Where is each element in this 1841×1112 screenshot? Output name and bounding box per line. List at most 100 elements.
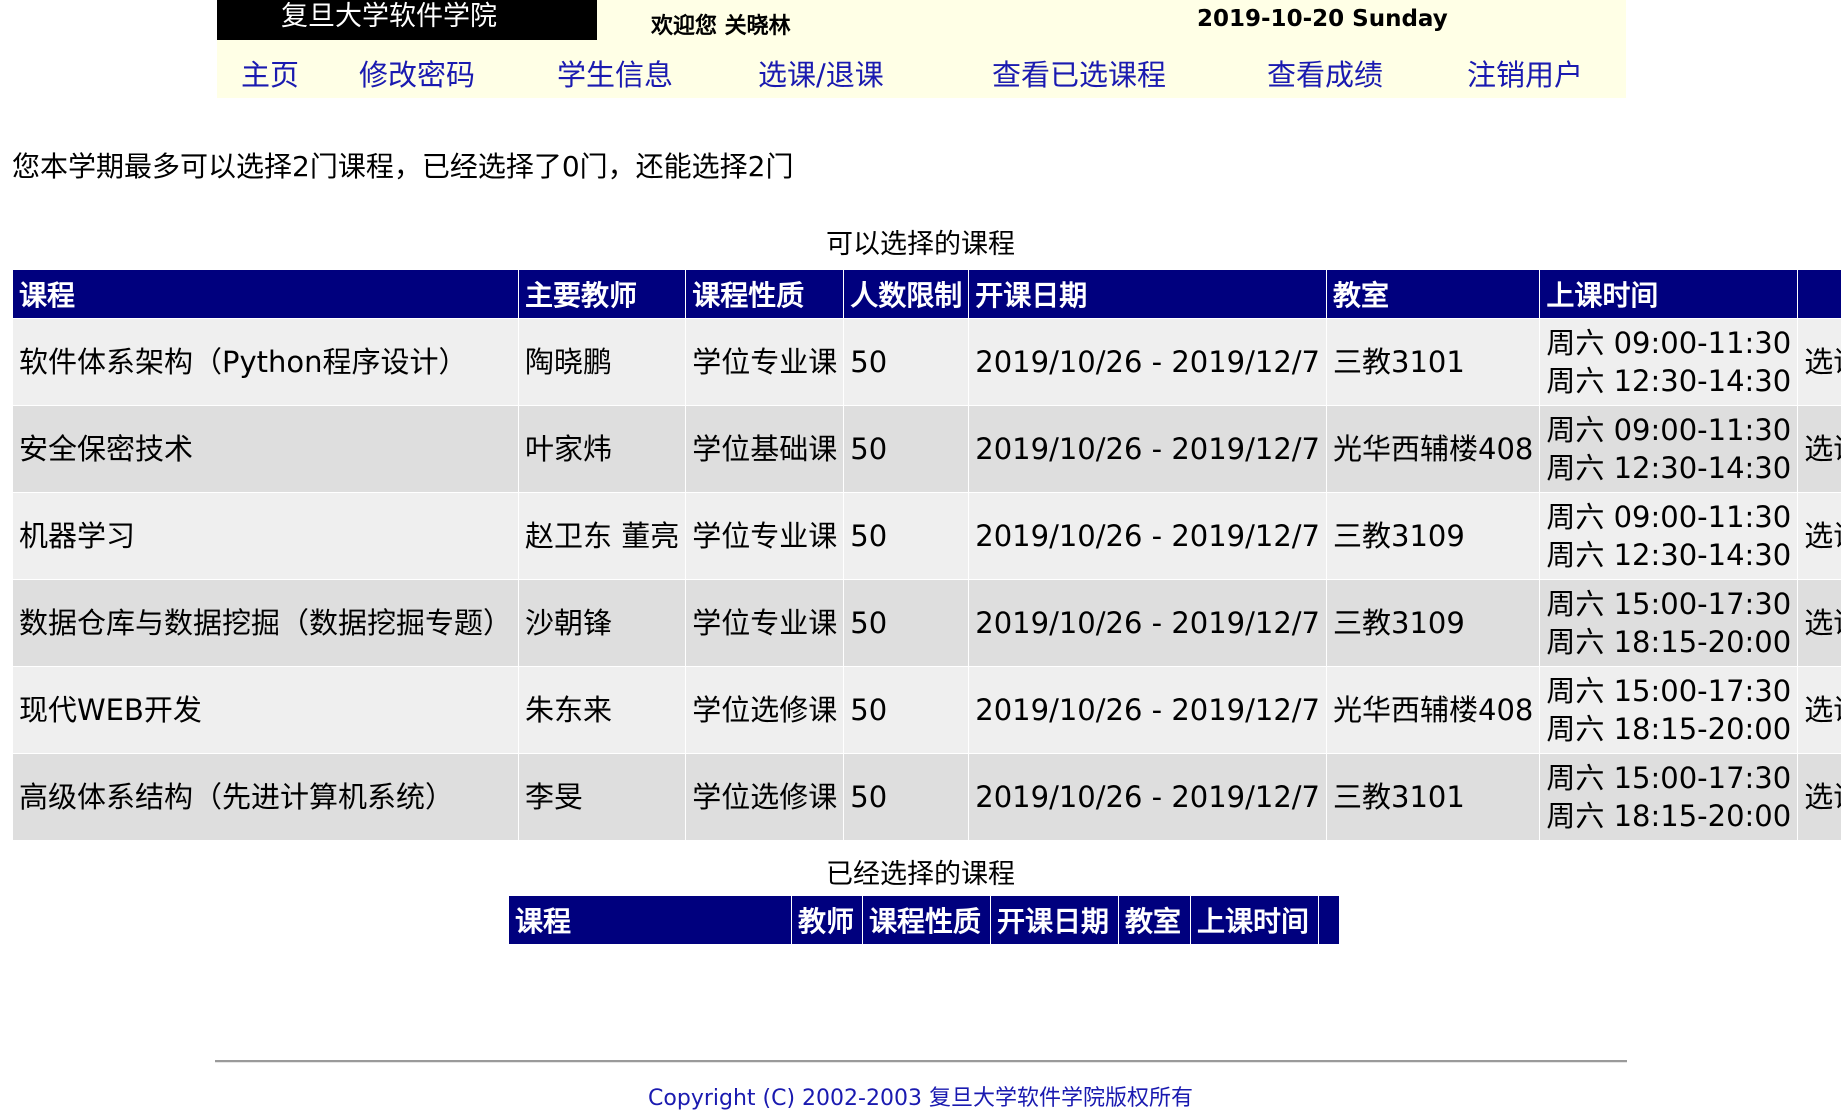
- select-course-link[interactable]: 选课: [1797, 405, 1841, 493]
- class-schedule: 周六 15:00-17:30 周六 18:15-20:00: [1539, 666, 1799, 754]
- schedule-slot: 周六 12:30-14:30: [1546, 538, 1792, 572]
- table-row: 现代WEB开发 朱东来 学位选修课 50 2019/10/26 - 2019/1…: [11, 666, 1841, 754]
- classroom: 光华西辅楼408: [1326, 405, 1541, 493]
- course-type: 学位专业课: [685, 579, 845, 667]
- teacher-name: 朱东来: [518, 666, 687, 754]
- schedule-slot: 周六 18:15-20:00: [1546, 799, 1792, 833]
- table-row: 安全保密技术 叶家炜 学位基础课 50 2019/10/26 - 2019/12…: [11, 405, 1841, 493]
- available-courses-table: 课程 主要教师 课程性质 人数限制 开课日期 教室 上课时间 软件体系架构（Py…: [11, 269, 1841, 841]
- selected-courses-caption: 已经选择的课程: [826, 859, 1015, 890]
- course-name: 机器学习: [11, 492, 520, 580]
- course-limit-message: 您本学期最多可以选择2门课程，已经选择了0门，还能选择2门: [12, 150, 794, 183]
- classroom: 光华西辅楼408: [1326, 666, 1541, 754]
- schedule-slot: 周六 15:00-17:30: [1546, 674, 1792, 708]
- column-header-classroom: 教室: [1326, 269, 1541, 319]
- class-schedule: 周六 09:00-11:30 周六 12:30-14:30: [1539, 318, 1799, 406]
- class-schedule: 周六 15:00-17:30 周六 18:15-20:00: [1539, 579, 1799, 667]
- column-header-course-type: 课程性质: [862, 895, 991, 945]
- select-course-link[interactable]: 选课: [1797, 492, 1841, 580]
- selected-courses-table: 课程 教师 课程性质 开课日期 教室 上课时间: [508, 895, 1340, 945]
- column-header-dates: 开课日期: [968, 269, 1328, 319]
- capacity-limit: 50: [843, 666, 970, 754]
- nav-select-drop-course[interactable]: 选课/退课: [758, 52, 884, 94]
- schedule-slot: 周六 18:15-20:00: [1546, 712, 1792, 746]
- teacher-name: 叶家炜: [518, 405, 687, 493]
- schedule-slot: 周六 12:30-14:30: [1546, 364, 1792, 398]
- column-header-dates: 开课日期: [990, 895, 1119, 945]
- copyright-text: Copyright (C) 2002-2003 复旦大学软件学院版权所有: [648, 1086, 1193, 1111]
- teacher-name: 李旻: [518, 753, 687, 841]
- nav-home[interactable]: 主页: [241, 52, 299, 94]
- column-header-classroom: 教室: [1118, 895, 1191, 945]
- course-name: 安全保密技术: [11, 405, 520, 493]
- course-type: 学位专业课: [685, 492, 845, 580]
- capacity-limit: 50: [843, 579, 970, 667]
- course-type: 学位专业课: [685, 318, 845, 406]
- course-name: 现代WEB开发: [11, 666, 520, 754]
- column-header-course: 课程: [11, 269, 520, 319]
- table-row: 高级体系结构（先进计算机系统） 李旻 学位选修课 50 2019/10/26 -…: [11, 753, 1841, 841]
- nav-view-grades[interactable]: 查看成绩: [1267, 52, 1383, 94]
- select-course-link[interactable]: 选课: [1797, 666, 1841, 754]
- class-schedule: 周六 15:00-17:30 周六 18:15-20:00: [1539, 753, 1799, 841]
- column-header-schedule: 上课时间: [1539, 269, 1799, 319]
- schedule-slot: 周六 12:30-14:30: [1546, 451, 1792, 485]
- class-schedule: 周六 09:00-11:30 周六 12:30-14:30: [1539, 405, 1799, 493]
- course-dates: 2019/10/26 - 2019/12/7: [968, 492, 1328, 580]
- course-dates: 2019/10/26 - 2019/12/7: [968, 405, 1328, 493]
- school-logo-title: 复旦大学软件学院: [217, 0, 597, 40]
- teacher-name: 沙朝锋: [518, 579, 687, 667]
- capacity-limit: 50: [843, 405, 970, 493]
- course-type: 学位选修课: [685, 666, 845, 754]
- available-courses-caption: 可以选择的课程: [826, 229, 1015, 260]
- schedule-slot: 周六 15:00-17:30: [1546, 761, 1792, 795]
- classroom: 三教3101: [1326, 753, 1541, 841]
- capacity-limit: 50: [843, 318, 970, 406]
- column-header-teacher: 教师: [791, 895, 863, 945]
- welcome-text: 欢迎您 关晓林: [651, 14, 791, 39]
- column-header-teacher: 主要教师: [518, 269, 687, 319]
- column-header-action: [1318, 895, 1340, 945]
- column-header-schedule: 上课时间: [1190, 895, 1319, 945]
- classroom: 三教3109: [1326, 492, 1541, 580]
- classroom: 三教3101: [1326, 318, 1541, 406]
- nav-student-info[interactable]: 学生信息: [557, 52, 673, 94]
- schedule-slot: 周六 15:00-17:30: [1546, 587, 1792, 621]
- course-dates: 2019/10/26 - 2019/12/7: [968, 753, 1328, 841]
- column-header-course: 课程: [508, 895, 792, 945]
- select-course-link[interactable]: 选课: [1797, 753, 1841, 841]
- course-dates: 2019/10/26 - 2019/12/7: [968, 579, 1328, 667]
- nav-view-selected-courses[interactable]: 查看已选课程: [992, 52, 1166, 94]
- course-name: 高级体系结构（先进计算机系统）: [11, 753, 520, 841]
- capacity-limit: 50: [843, 753, 970, 841]
- course-name: 数据仓库与数据挖掘（数据挖掘专题）: [11, 579, 520, 667]
- teacher-name: 赵卫东 董亮: [518, 492, 687, 580]
- teacher-name: 陶晓鹏: [518, 318, 687, 406]
- nav-logout[interactable]: 注销用户: [1467, 52, 1583, 94]
- footer-divider: [215, 1060, 1627, 1063]
- course-dates: 2019/10/26 - 2019/12/7: [968, 318, 1328, 406]
- capacity-limit: 50: [843, 492, 970, 580]
- classroom: 三教3109: [1326, 579, 1541, 667]
- course-type: 学位选修课: [685, 753, 845, 841]
- course-type: 学位基础课: [685, 405, 845, 493]
- class-schedule: 周六 09:00-11:30 周六 12:30-14:30: [1539, 492, 1799, 580]
- page-header: 复旦大学软件学院 欢迎您 关晓林 2019-10-20 Sunday 主页 修改…: [217, 0, 1626, 98]
- table-row: 数据仓库与数据挖掘（数据挖掘专题） 沙朝锋 学位专业课 50 2019/10/2…: [11, 579, 1841, 667]
- table-header-row: 课程 主要教师 课程性质 人数限制 开课日期 教室 上课时间: [11, 269, 1841, 319]
- nav-change-password[interactable]: 修改密码: [359, 52, 475, 94]
- select-course-link[interactable]: 选课: [1797, 318, 1841, 406]
- column-header-capacity: 人数限制: [843, 269, 970, 319]
- current-date: 2019-10-20 Sunday: [1197, 6, 1448, 32]
- table-row: 机器学习 赵卫东 董亮 学位专业课 50 2019/10/26 - 2019/1…: [11, 492, 1841, 580]
- table-header-row: 课程 教师 课程性质 开课日期 教室 上课时间: [508, 895, 1340, 945]
- course-name: 软件体系架构（Python程序设计）: [11, 318, 520, 406]
- column-header-action: [1797, 269, 1841, 319]
- schedule-slot: 周六 09:00-11:30: [1546, 326, 1792, 360]
- schedule-slot: 周六 09:00-11:30: [1546, 413, 1792, 447]
- column-header-course-type: 课程性质: [685, 269, 845, 319]
- schedule-slot: 周六 18:15-20:00: [1546, 625, 1792, 659]
- course-dates: 2019/10/26 - 2019/12/7: [968, 666, 1328, 754]
- select-course-link[interactable]: 选课: [1797, 579, 1841, 667]
- schedule-slot: 周六 09:00-11:30: [1546, 500, 1792, 534]
